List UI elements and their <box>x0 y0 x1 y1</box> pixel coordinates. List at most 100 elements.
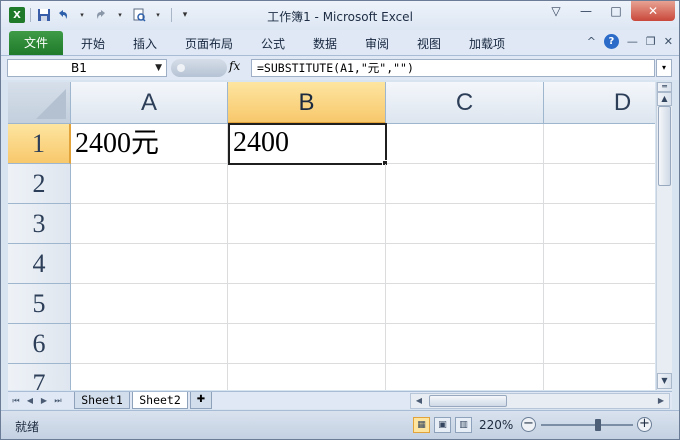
vertical-scrollbar[interactable]: ═ ▲ ▼ <box>656 82 672 390</box>
column-header-b[interactable]: B <box>228 82 386 124</box>
cell-b5[interactable] <box>228 284 386 324</box>
sheet-tab-sheet2[interactable]: Sheet2 <box>132 392 188 409</box>
scroll-right-icon[interactable]: ▶ <box>655 394 667 408</box>
maximize-button[interactable]: □ <box>601 1 631 21</box>
vertical-scroll-thumb[interactable] <box>658 106 671 186</box>
scroll-up-icon[interactable]: ▲ <box>657 92 672 106</box>
column-header-a[interactable]: A <box>71 82 228 124</box>
tab-insert[interactable]: 插入 <box>133 33 157 55</box>
select-all-button[interactable] <box>8 82 71 124</box>
cell-c3[interactable] <box>386 204 544 244</box>
workbook-close-icon[interactable]: ✕ <box>664 35 673 48</box>
formula-bar-splitter[interactable] <box>171 59 227 77</box>
tab-addins[interactable]: 加载项 <box>469 33 505 55</box>
cell-c2[interactable] <box>386 164 544 204</box>
cell-c1[interactable] <box>387 124 544 164</box>
cell-d7[interactable] <box>544 364 655 390</box>
collapse-ribbon-icon[interactable]: ^ <box>587 35 596 48</box>
ribbon-tabs: 文件 开始 插入 页面布局 公式 数据 审阅 视图 加载项 <box>1 30 679 56</box>
cell-a3[interactable] <box>71 204 228 244</box>
page-break-view-icon[interactable]: ▥ <box>455 417 472 433</box>
minimize-button[interactable]: — <box>571 1 601 21</box>
close-button[interactable]: ✕ <box>631 1 675 21</box>
cell-c6[interactable] <box>386 324 544 364</box>
cell-d5[interactable] <box>544 284 655 324</box>
zoom-slider-thumb[interactable] <box>595 419 602 431</box>
cell-b2[interactable] <box>228 164 386 204</box>
name-box[interactable]: B1 ▼ <box>7 59 167 77</box>
cell-a6[interactable] <box>71 324 228 364</box>
workbook-restore-icon[interactable]: ❐ <box>646 35 656 48</box>
column-header-d[interactable]: D <box>544 82 655 124</box>
normal-view-icon[interactable]: ▦ <box>413 417 430 433</box>
title-bar: X ▾ ▾ ▾ ▾ 工作簿1 - Microsoft Excel ▽ — □ ✕ <box>1 1 679 30</box>
window-controls: ▽ — □ ✕ <box>541 1 675 21</box>
status-bar: 就绪 ▦ ▣ ▥ 220% − + <box>1 410 679 439</box>
cell-a4[interactable] <box>71 244 228 284</box>
cell-d6[interactable] <box>544 324 655 364</box>
next-sheet-icon[interactable]: ▶ <box>38 394 50 408</box>
tab-home[interactable]: 开始 <box>81 33 105 55</box>
tab-formulas[interactable]: 公式 <box>261 33 285 55</box>
cell-c5[interactable] <box>386 284 544 324</box>
prev-sheet-icon[interactable]: ◀ <box>24 394 36 408</box>
tab-view[interactable]: 视图 <box>417 33 441 55</box>
help-icon[interactable]: ? <box>603 34 619 49</box>
cell-a5[interactable] <box>71 284 228 324</box>
cell-b3[interactable] <box>228 204 386 244</box>
scroll-down-icon[interactable]: ▼ <box>657 373 672 389</box>
workbook-minimize-icon[interactable]: — <box>627 35 638 48</box>
cell-d1[interactable] <box>544 124 655 164</box>
cell-d4[interactable] <box>544 244 655 284</box>
excel-window: X ▾ ▾ ▾ ▾ 工作簿1 - Microsoft Excel ▽ — □ ✕… <box>0 0 680 440</box>
row-header-4[interactable]: 4 <box>8 244 71 284</box>
expand-formula-bar-button[interactable]: ▾ <box>656 59 672 77</box>
tab-data[interactable]: 数据 <box>313 33 337 55</box>
insert-function-button[interactable]: fx <box>229 59 240 73</box>
formula-input[interactable]: =SUBSTITUTE(A1,"元","") <box>251 59 655 77</box>
cell-d3[interactable] <box>544 204 655 244</box>
cell-b1[interactable]: 2400 <box>228 123 387 165</box>
tab-review[interactable]: 审阅 <box>365 33 389 55</box>
zoom-out-icon[interactable]: − <box>521 417 536 432</box>
sheet-tab-sheet1[interactable]: Sheet1 <box>74 392 130 409</box>
zoom-slider[interactable] <box>541 424 633 426</box>
view-buttons: ▦ ▣ ▥ <box>413 417 472 433</box>
row-header-3[interactable]: 3 <box>8 204 71 244</box>
tab-page-layout[interactable]: 页面布局 <box>185 33 233 55</box>
page-layout-view-icon[interactable]: ▣ <box>434 417 451 433</box>
chevron-down-icon[interactable]: ▼ <box>155 60 162 76</box>
name-box-value: B1 <box>71 61 87 75</box>
split-box[interactable]: ═ <box>657 82 672 92</box>
row-header-1[interactable]: 1 <box>8 124 71 164</box>
first-sheet-icon[interactable]: ⏮ <box>10 394 22 408</box>
horizontal-scroll-thumb[interactable] <box>429 395 507 407</box>
column-header-c[interactable]: C <box>386 82 544 124</box>
formula-controls: fx <box>169 59 249 77</box>
cell-c7[interactable] <box>386 364 544 390</box>
formula-bar: B1 ▼ fx =SUBSTITUTE(A1,"元","") ▾ <box>1 56 679 80</box>
cell-b7[interactable] <box>228 364 386 390</box>
worksheet-grid[interactable]: A B C D 1 2 3 4 5 6 7 2400元 2400 <box>8 82 655 390</box>
sheet-tab-bar: ⏮ ◀ ▶ ⏭ Sheet1 Sheet2 ✚ ◀ ▶ <box>8 391 672 409</box>
insert-sheet-icon[interactable]: ✚ <box>190 392 212 409</box>
tab-file[interactable]: 文件 <box>9 31 63 55</box>
zoom-in-icon[interactable]: + <box>637 417 652 432</box>
horizontal-scrollbar[interactable]: ◀ ▶ <box>410 393 670 409</box>
zoom-level[interactable]: 220% <box>479 418 513 432</box>
last-sheet-icon[interactable]: ⏭ <box>52 394 64 408</box>
cell-d2[interactable] <box>544 164 655 204</box>
cell-a7[interactable] <box>71 364 228 390</box>
row-header-2[interactable]: 2 <box>8 164 71 204</box>
cell-c4[interactable] <box>386 244 544 284</box>
row-header-5[interactable]: 5 <box>8 284 71 324</box>
cell-a2[interactable] <box>71 164 228 204</box>
row-header-6[interactable]: 6 <box>8 324 71 364</box>
status-ready: 就绪 <box>15 420 40 434</box>
cell-b4[interactable] <box>228 244 386 284</box>
minimize-ribbon-button[interactable]: ▽ <box>541 1 571 21</box>
row-header-7[interactable]: 7 <box>8 364 71 390</box>
scroll-left-icon[interactable]: ◀ <box>413 394 425 408</box>
cell-b6[interactable] <box>228 324 386 364</box>
cell-a1[interactable]: 2400元 <box>71 124 228 164</box>
